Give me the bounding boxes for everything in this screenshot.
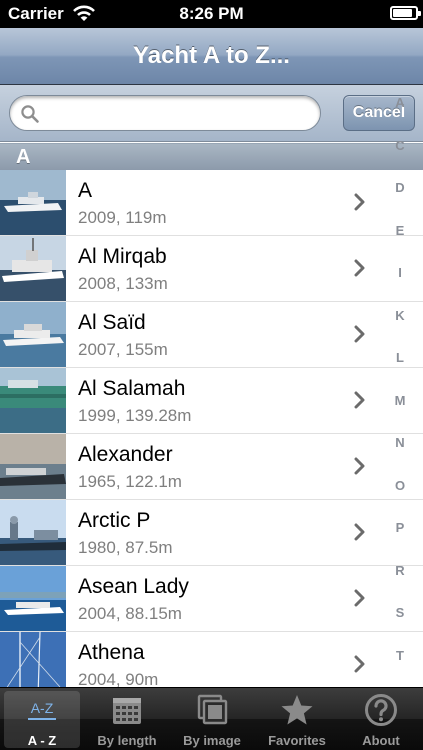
chevron-right-icon [354,259,365,277]
index-letter[interactable]: K [384,308,416,323]
index-letter[interactable]: E [384,223,416,238]
tab-bar: A-Z A - Z By length By image Favorites A… [0,687,423,750]
yacht-name: Al Saïd [78,311,146,334]
index-letter[interactable]: O [384,478,416,493]
yacht-photo [0,566,66,631]
index-letter[interactable]: R [384,563,416,578]
page-title: Yacht A to Z... [133,42,290,69]
tab-about[interactable]: About [339,688,423,750]
yacht-photo [0,368,66,433]
section-index[interactable]: A C D E I K L M N O P R S T [384,95,416,685]
yacht-photo [0,236,66,301]
image-stack-icon [197,694,228,725]
yacht-photo [0,170,66,235]
chevron-right-icon [354,589,365,607]
yacht-row[interactable]: A 2009, 119m [0,170,423,236]
yacht-details: 2009, 119m [78,208,167,227]
index-letter[interactable]: D [384,180,416,195]
question-icon [365,694,397,726]
search-icon [21,105,39,123]
tab-favorites[interactable]: Favorites [255,688,339,750]
chevron-right-icon [354,655,365,673]
yacht-details: 2008, 133m [78,274,168,293]
yacht-row[interactable]: Al Saïd 2007, 155m [0,302,423,368]
yacht-row[interactable]: Al Salamah 1999, 139.28m [0,368,423,434]
index-letter[interactable]: C [384,138,416,153]
tab-by-length[interactable]: By length [85,688,169,750]
index-letter[interactable]: P [384,520,416,535]
tab-label-a-z: A - Z [27,733,57,748]
tab-label-by-image: By image [183,733,241,748]
index-letter[interactable]: S [384,605,416,620]
yacht-row[interactable]: Athena 2004, 90m [0,632,423,687]
yacht-name: Athena [78,641,145,664]
yacht-name: Al Mirqab [78,245,167,268]
chevron-right-icon [354,457,365,475]
chevron-right-icon [354,193,365,211]
yacht-name: Al Salamah [78,377,186,400]
navigation-bar: Yacht A to Z... [0,28,423,85]
yacht-name: A [78,179,93,202]
yacht-row[interactable]: Al Mirqab 2008, 133m [0,236,423,302]
status-bar: Carrier 8:26 PM [0,0,423,28]
index-letter[interactable]: M [384,393,416,408]
yacht-photo [0,500,66,565]
yacht-photo [0,632,66,687]
tab-a-z[interactable]: A-Z A - Z [0,688,84,750]
search-field[interactable] [9,95,321,131]
tab-label-by-length: By length [97,733,157,748]
search-input[interactable] [46,102,306,124]
search-bar: Cancel [0,85,423,142]
chevron-right-icon [354,523,365,541]
yacht-details: 2004, 88.15m [78,604,182,623]
yacht-photo [0,302,66,367]
yacht-row[interactable]: Asean Lady 2004, 88.15m [0,566,423,632]
section-header: A [0,143,423,170]
yacht-details: 1999, 139.28m [78,406,192,425]
calendar-grid-icon [113,698,141,724]
yacht-details: 1965, 122.1m [78,472,182,491]
tab-label-favorites: Favorites [268,733,326,748]
tab-label-about: About [362,733,400,748]
index-letter[interactable]: I [384,265,416,280]
yacht-details: 2007, 155m [78,340,168,359]
yacht-photo [0,434,66,499]
yacht-name: Asean Lady [78,575,189,598]
yacht-name: Arctic P [78,509,151,532]
index-letter[interactable]: T [384,648,416,663]
yacht-details: 1980, 87.5m [78,538,173,557]
yacht-row[interactable]: Alexander 1965, 122.1m [0,434,423,500]
index-letter[interactable]: L [384,350,416,365]
a-z-icon-text: A-Z [31,700,54,716]
yacht-row[interactable]: Arctic P 1980, 87.5m [0,500,423,566]
chevron-right-icon [354,325,365,343]
yacht-list[interactable]: A 2009, 119m Al Mirqab 2008, 133m Al Saïd 200… [0,170,423,687]
battery-icon [390,6,421,20]
battery-level [393,9,412,17]
tab-by-image[interactable]: By image [170,688,254,750]
yacht-details: 2004, 90m [78,670,159,687]
star-icon [281,695,313,725]
chevron-right-icon [354,391,365,409]
section-header-label: A [16,146,31,168]
index-letter[interactable]: A [384,95,416,110]
index-letter[interactable]: N [384,435,416,450]
a-z-icon: A-Z [28,700,56,720]
yacht-name: Alexander [78,443,173,466]
clock: 8:26 PM [179,4,244,23]
